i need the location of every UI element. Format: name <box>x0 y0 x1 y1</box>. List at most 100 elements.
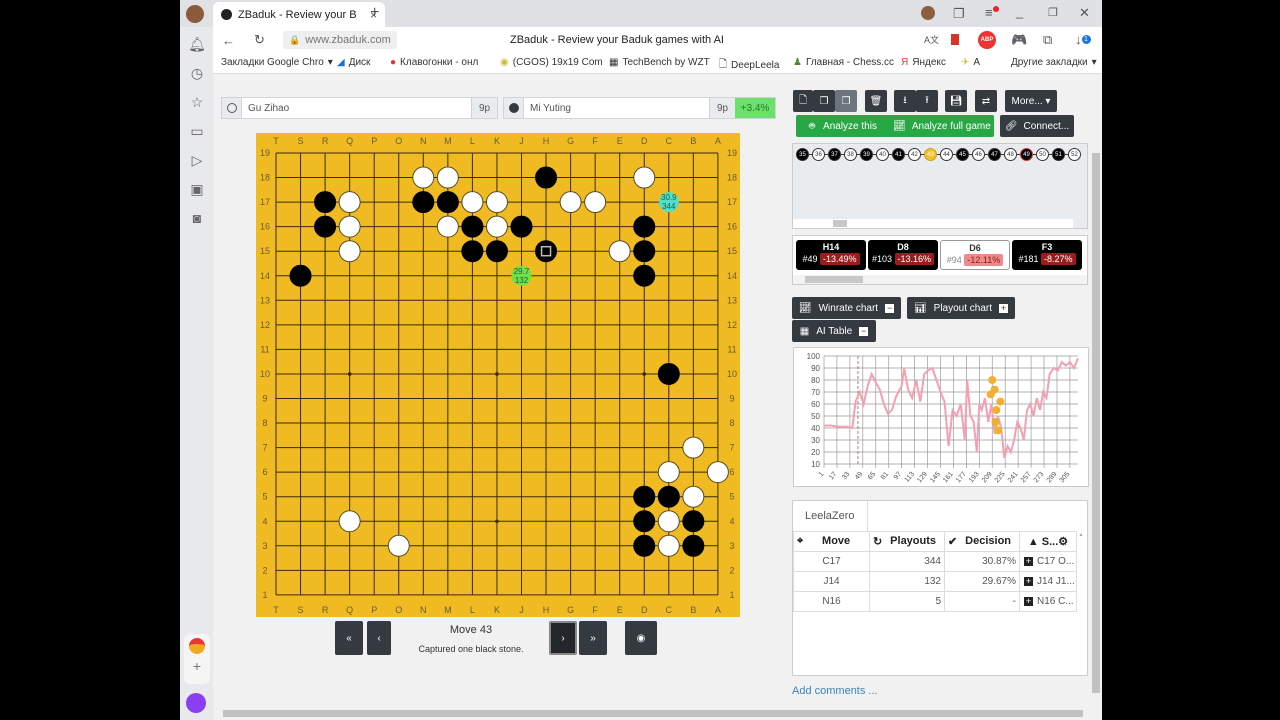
menu-icon[interactable]: ≡ <box>985 5 999 20</box>
mistake-card[interactable]: H14 #49 -13.49% <box>796 240 866 270</box>
expand-sequence-icon[interactable]: + <box>1024 597 1033 606</box>
ai-table-toggle[interactable]: ▦ AI Table − <box>792 320 876 342</box>
first-move-button[interactable]: « <box>335 621 363 655</box>
variation-point[interactable] <box>991 418 1000 426</box>
minimize-icon[interactable]: _ <box>1016 4 1023 19</box>
tab-leelazero[interactable]: LeelaZero <box>793 501 868 531</box>
next-move-button[interactable]: › <box>549 621 577 655</box>
share-button[interactable]: ⇄ <box>975 90 997 112</box>
save-button[interactable]: 💾︎ <box>945 90 967 112</box>
analyze-full-game-button[interactable]: 📈︎ Analyze full game <box>890 115 994 137</box>
timeline-move[interactable]: 35 <box>796 148 809 161</box>
white-stone[interactable] <box>338 240 361 263</box>
timeline-move[interactable]: 44 <box>940 148 953 161</box>
white-stone[interactable] <box>436 215 459 238</box>
bookmark-icon[interactable] <box>951 34 959 45</box>
winrate-chart-toggle[interactable]: 📈︎ Winrate chart − <box>792 297 901 319</box>
bookmark-cgos[interactable]: ◉ (CGOS) 19x19 Com <box>500 57 603 68</box>
col-move[interactable]: ⌖ Move <box>793 531 870 552</box>
timeline-move[interactable]: 52 <box>1068 148 1081 161</box>
board-svg[interactable]: TT1 1SS2 2RR3 3QQ4 4PP5 5OO6 6NN7 7MM8 8LL9 9KK10… <box>256 133 740 617</box>
bookmark-chess[interactable]: ♟ Главная - Chess.cc <box>793 57 894 68</box>
white-stone[interactable] <box>657 534 680 557</box>
close-window-icon[interactable]: ✕ <box>1079 5 1090 21</box>
timeline-scroll-thumb[interactable] <box>833 220 847 227</box>
white-stone[interactable] <box>657 461 680 484</box>
translate-icon[interactable]: A文 <box>924 33 939 46</box>
page-hscroll-thumb[interactable] <box>223 710 1083 717</box>
black-stone[interactable] <box>633 510 656 533</box>
playout-chart-toggle[interactable]: 📊︎ Playout chart + <box>907 297 1015 319</box>
prev-move-button[interactable]: ‹ <box>367 621 391 655</box>
add-app-icon[interactable]: + <box>184 658 210 674</box>
mistakes-scroll-thumb[interactable] <box>805 276 863 283</box>
black-stone[interactable] <box>289 264 312 287</box>
cell-sequence[interactable]: + N16 C... <box>1019 591 1077 612</box>
black-player-field[interactable]: Mi Yuting 9p +3.4% <box>503 97 776 119</box>
timeline-move[interactable]: 45 <box>956 148 969 161</box>
cell-move[interactable]: C17 <box>793 551 870 572</box>
black-stone[interactable] <box>510 215 533 238</box>
black-stone[interactable] <box>633 485 656 508</box>
ai-table-row[interactable]: N16 5- + N16 C... <box>793 591 1077 612</box>
back-icon[interactable]: ← <box>222 33 235 48</box>
black-stone[interactable] <box>461 215 484 238</box>
black-stone[interactable] <box>461 240 484 263</box>
bookmark-klavogonki[interactable]: ● Клавогонки - онл <box>390 57 478 68</box>
ai-table-row[interactable]: C17 344 30.87% + C17 O... <box>793 551 1077 572</box>
black-stone[interactable] <box>657 362 680 385</box>
profile-icon[interactable] <box>921 6 935 20</box>
profile-avatar[interactable] <box>186 5 204 23</box>
timeline-move[interactable]: 41 <box>892 148 905 161</box>
white-stone[interactable] <box>412 166 435 189</box>
copy-button[interactable]: ❐ <box>813 90 835 112</box>
timeline-move[interactable]: 48 <box>1004 148 1017 161</box>
white-stone[interactable] <box>338 191 361 214</box>
collections-sidebar-icon[interactable]: ▭ <box>188 122 206 140</box>
black-stone[interactable] <box>412 191 435 214</box>
wallet-icon[interactable]: ▣ <box>188 180 206 198</box>
timeline-move[interactable]: 40 <box>876 148 889 161</box>
cell-sequence[interactable]: + J14 J1... <box>1019 571 1077 592</box>
white-stone[interactable] <box>657 510 680 533</box>
url-bar[interactable]: 🔒 www.zbaduk.com <box>283 31 397 49</box>
alice-icon[interactable] <box>186 693 206 713</box>
white-stone[interactable] <box>706 461 729 484</box>
delete-button[interactable]: 🗑︎ <box>865 90 887 112</box>
toggle-visibility-button[interactable]: ◉ <box>625 621 657 655</box>
tab-zbaduk[interactable]: ZBaduk - Review your B × <box>213 2 385 27</box>
variation-point[interactable] <box>988 376 997 384</box>
timeline-hscrollbar[interactable] <box>793 219 1073 228</box>
white-player-field[interactable]: Gu Zihao 9p <box>221 97 498 119</box>
screenshot-icon[interactable]: ◙ <box>188 209 206 227</box>
collections-icon[interactable]: ❐ <box>953 6 965 22</box>
timeline-move[interactable]: 39 <box>860 148 873 161</box>
black-stone[interactable] <box>633 534 656 557</box>
white-stone[interactable] <box>485 191 508 214</box>
col-playouts[interactable]: ↻ Playouts <box>869 531 945 552</box>
new-game-button[interactable]: 🗋 <box>793 90 813 112</box>
black-stone[interactable] <box>314 215 337 238</box>
black-player-name[interactable]: Mi Yuting <box>524 98 709 118</box>
analyze-this-button[interactable]: 🤖︎ Analyze this <box>796 115 890 137</box>
cell-move[interactable]: N16 <box>793 591 870 612</box>
white-stone[interactable] <box>338 215 361 238</box>
mistake-card[interactable]: D8 #103 -13.16% <box>868 240 938 270</box>
game-extension-icon[interactable]: 🎮 <box>1011 32 1027 48</box>
bookmark-techbench[interactable]: ▦ TechBench by WZT <box>609 57 710 68</box>
timeline-move[interactable]: 46 <box>972 148 985 161</box>
expand-sequence-icon[interactable]: + <box>1024 577 1033 586</box>
ai-table-row[interactable]: J14 132 29.67% + J14 J1... <box>793 571 1077 592</box>
connect-button[interactable]: 🔗︎ Connect... <box>1000 115 1074 137</box>
white-stone[interactable] <box>461 191 484 214</box>
ai-table-vscrollbar[interactable]: ▴ <box>1077 531 1085 673</box>
downloads-icon[interactable]: ↓ 1 <box>1075 32 1091 47</box>
history-icon[interactable]: ◷ <box>188 64 206 82</box>
white-stone[interactable] <box>387 534 410 557</box>
mistake-card[interactable]: F3 #181 -8.27% <box>1012 240 1082 270</box>
paste-button[interactable]: ❐ <box>835 90 857 112</box>
notifications-icon[interactable]: 🔔︎ <box>188 35 206 53</box>
white-stone[interactable] <box>682 436 705 459</box>
white-stone[interactable] <box>436 166 459 189</box>
mistake-card[interactable]: D6 #94 -12.11% <box>940 240 1010 270</box>
